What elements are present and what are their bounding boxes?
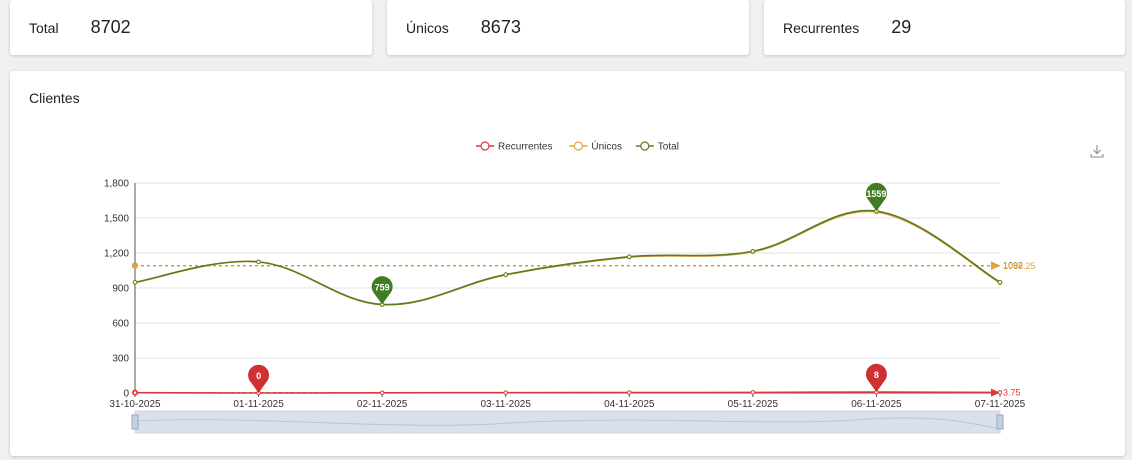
- data-point[interactable]: [750, 248, 756, 254]
- stat-card-recurrentes: Recurrentes 29: [764, 0, 1125, 55]
- mark-point-label: 0: [256, 371, 261, 381]
- data-point[interactable]: [503, 390, 509, 395]
- legend-marker: [480, 141, 490, 151]
- legend-marker: [640, 141, 650, 151]
- data-zoom-handle-right[interactable]: [996, 414, 1004, 430]
- stat-label: Recurrentes: [783, 19, 860, 36]
- stat-value: 8702: [90, 17, 131, 37]
- y-tick-label: 600: [112, 319, 129, 330]
- average-line-start: [132, 263, 138, 270]
- data-point[interactable]: [132, 279, 138, 285]
- stat-card-unicos: Únicos 8673: [387, 0, 749, 55]
- stat-card-total: Total 8702: [10, 0, 372, 55]
- stat-label: Total: [29, 19, 59, 36]
- y-tick-label: 0: [123, 389, 129, 400]
- average-line-label: 1088.25: [1003, 261, 1036, 271]
- legend-marker: [573, 141, 584, 151]
- series-line-recurrentes: [134, 391, 1001, 394]
- mark-point-label: 759: [375, 282, 390, 292]
- stat-value: 8673: [480, 17, 521, 37]
- x-tick-label: 06-11-2025: [851, 399, 902, 410]
- line-chart[interactable]: 0 300 600 900 1,200 1,500 1,800 31-10-2025 01-11…: [10, 71, 1125, 456]
- legend-label: Únicos: [591, 140, 622, 153]
- x-tick-label: 01-11-2025: [233, 399, 284, 410]
- y-tick-label: 1,200: [104, 249, 129, 260]
- data-zoom-selection: [135, 411, 1000, 433]
- x-tick-label: 07-11-2025: [975, 399, 1026, 410]
- x-tick-label: 03-11-2025: [481, 399, 532, 410]
- data-zoom-handle-left[interactable]: [131, 414, 139, 430]
- data-point[interactable]: [132, 390, 138, 395]
- data-point[interactable]: [626, 390, 632, 395]
- x-tick-label: 05-11-2025: [728, 399, 779, 410]
- download-icon[interactable]: [1090, 145, 1104, 158]
- series-line-total: [134, 209, 1001, 306]
- data-point[interactable]: [379, 390, 385, 396]
- chart-card: Clientes 0 300 600 900 1,200 1,500 1,800 31-10-…: [10, 71, 1125, 456]
- data-point[interactable]: [997, 390, 1003, 395]
- x-tick-label: 02-11-2025: [357, 399, 408, 410]
- series-line-únicos: [134, 210, 1001, 306]
- data-point[interactable]: [256, 259, 261, 265]
- y-tick-label: 1,800: [104, 179, 129, 190]
- x-tick-label: 04-11-2025: [604, 399, 655, 410]
- mark-point-label: 8: [874, 370, 879, 380]
- data-point[interactable]: [626, 254, 632, 260]
- y-tick-label: 900: [112, 284, 129, 295]
- average-line-label: 3.75: [1003, 388, 1021, 398]
- data-point[interactable]: [503, 272, 509, 277]
- legend-label: Total: [658, 142, 679, 153]
- legend-item-recurrentes[interactable]: Recurrentes: [476, 141, 552, 153]
- stat-label: Únicos: [406, 19, 449, 36]
- legend-item-únicos[interactable]: Únicos: [569, 140, 622, 153]
- legend-label: Recurrentes: [498, 142, 552, 153]
- y-tick-label: 300: [112, 354, 129, 365]
- y-tick-label: 1,500: [104, 214, 129, 225]
- x-tick-label: 31-10-2025: [109, 399, 161, 410]
- data-point[interactable]: [997, 279, 1003, 285]
- legend-item-total[interactable]: Total: [635, 141, 679, 153]
- stat-value: 29: [891, 17, 912, 37]
- average-line-arrow: [991, 262, 1000, 271]
- data-zoom-slider[interactable]: [131, 410, 1004, 434]
- mark-point-label: 1559: [866, 189, 886, 199]
- data-point[interactable]: [750, 390, 756, 395]
